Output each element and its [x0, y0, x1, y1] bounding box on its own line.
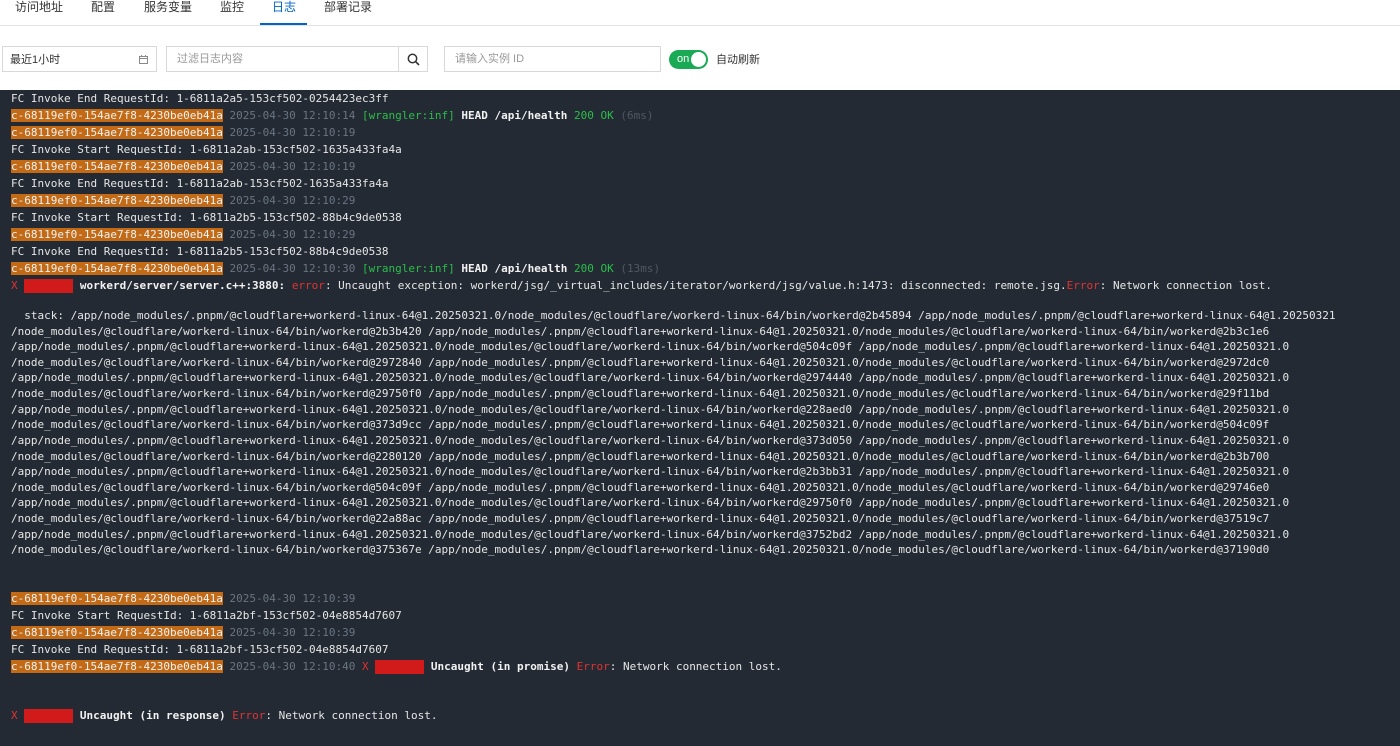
time-range-value: 最近1小时 [10, 54, 61, 66]
tab-deploy-records[interactable]: 部署记录 [324, 0, 372, 25]
active-tab-indicator [260, 23, 307, 25]
log-line: c-68119ef0-154ae7f8-4230be0eb41a 2025-04… [11, 626, 356, 639]
search-icon [407, 53, 420, 66]
time-range-select[interactable]: 最近1小时 [2, 46, 157, 72]
stack-line: /app/node_modules/.pnpm/@cloudflare+work… [11, 465, 1290, 478]
toggle-knob [691, 52, 706, 67]
log-line: FC Invoke End RequestId: 1-6811a2a5-153c… [11, 92, 389, 105]
stack-line: /node_modules/@cloudflare/workerd-linux-… [11, 450, 1270, 463]
stack-line: /node_modules/@cloudflare/workerd-linux-… [11, 387, 1270, 400]
stack-line: /app/node_modules/.pnpm/@cloudflare+work… [11, 403, 1290, 416]
log-line: c-68119ef0-154ae7f8-4230be0eb41a 2025-04… [11, 592, 356, 605]
instance-id-badge: c-68119ef0-154ae7f8-4230be0eb41a [11, 660, 223, 673]
instance-id-badge: c-68119ef0-154ae7f8-4230be0eb41a [11, 262, 223, 275]
log-line: FC Invoke End RequestId: 1-6811a2ab-153c… [11, 177, 389, 190]
redacted-block [24, 279, 74, 293]
log-line: FC Invoke Start RequestId: 1-6811a2bf-15… [11, 609, 402, 622]
instance-id-badge: c-68119ef0-154ae7f8-4230be0eb41a [11, 626, 223, 639]
log-output-panel[interactable]: FC Invoke End RequestId: 1-6811a2a5-153c… [0, 90, 1400, 746]
stack-line: stack: /app/node_modules/.pnpm/@cloudfla… [11, 309, 1336, 322]
instance-id-badge: c-68119ef0-154ae7f8-4230be0eb41a [11, 109, 223, 122]
auto-refresh-label: 自动刷新 [716, 54, 760, 66]
instance-id-input[interactable] [444, 46, 661, 72]
instance-id-badge: c-68119ef0-154ae7f8-4230be0eb41a [11, 194, 223, 207]
error-x-icon: X [11, 709, 18, 722]
stack-line: /node_modules/@cloudflare/workerd-linux-… [11, 325, 1270, 338]
tab-monitoring[interactable]: 监控 [220, 0, 244, 25]
log-line: c-68119ef0-154ae7f8-4230be0eb41a 2025-04… [11, 126, 356, 139]
instance-id-badge: c-68119ef0-154ae7f8-4230be0eb41a [11, 592, 223, 605]
log-line: FC Invoke Start RequestId: 1-6811a2b5-15… [11, 211, 402, 224]
toggle-state-label: on [677, 53, 690, 65]
log-filter-input[interactable] [166, 46, 399, 72]
stack-line: /node_modules/@cloudflare/workerd-linux-… [11, 418, 1270, 431]
log-line: c-68119ef0-154ae7f8-4230be0eb41a 2025-04… [11, 109, 654, 122]
log-line: FC Invoke End RequestId: 1-6811a2bf-153c… [11, 643, 389, 656]
tab-config[interactable]: 配置 [91, 0, 115, 25]
stack-line: /node_modules/@cloudflare/workerd-linux-… [11, 512, 1270, 525]
tab-access-address[interactable]: 访问地址 [15, 0, 63, 25]
log-line: c-68119ef0-154ae7f8-4230be0eb41a 2025-04… [11, 228, 356, 241]
stack-line: /app/node_modules/.pnpm/@cloudflare+work… [11, 434, 1290, 447]
tab-service-variables[interactable]: 服务变量 [144, 0, 192, 25]
log-line: FC Invoke End RequestId: 1-6811a2b5-153c… [11, 245, 389, 258]
search-button[interactable] [398, 46, 428, 72]
log-line-error: X Uncaught (in response) Error: Network … [11, 709, 438, 723]
redacted-block [375, 660, 425, 674]
instance-id-badge: c-68119ef0-154ae7f8-4230be0eb41a [11, 126, 223, 139]
error-x-icon: X [11, 279, 18, 292]
instance-id-badge: c-68119ef0-154ae7f8-4230be0eb41a [11, 160, 223, 173]
tab-logs[interactable]: 日志 [272, 0, 296, 25]
log-line: FC Invoke Start RequestId: 1-6811a2ab-15… [11, 143, 402, 156]
log-line-error: c-68119ef0-154ae7f8-4230be0eb41a 2025-04… [11, 660, 782, 674]
instance-id-badge: c-68119ef0-154ae7f8-4230be0eb41a [11, 228, 223, 241]
stack-line: /app/node_modules/.pnpm/@cloudflare+work… [11, 496, 1290, 509]
auto-refresh-toggle[interactable]: on [669, 50, 708, 69]
stack-line: /app/node_modules/.pnpm/@cloudflare+work… [11, 528, 1290, 541]
log-line: c-68119ef0-154ae7f8-4230be0eb41a 2025-04… [11, 160, 356, 173]
stack-line: /node_modules/@cloudflare/workerd-linux-… [11, 481, 1270, 494]
log-line: c-68119ef0-154ae7f8-4230be0eb41a 2025-04… [11, 194, 356, 207]
stack-line: /node_modules/@cloudflare/workerd-linux-… [11, 356, 1270, 369]
redacted-block [24, 709, 74, 723]
log-line: c-68119ef0-154ae7f8-4230be0eb41a 2025-04… [11, 262, 661, 275]
stack-line: /node_modules/@cloudflare/workerd-linux-… [11, 543, 1270, 556]
error-x-icon: X [362, 660, 369, 673]
stack-line: /app/node_modules/.pnpm/@cloudflare+work… [11, 340, 1290, 353]
calendar-icon [139, 55, 148, 64]
log-toolbar: 最近1小时 on 自动刷新 [0, 46, 1400, 74]
tab-bar: 访问地址 配置 服务变量 监控 日志 部署记录 [0, 0, 1400, 26]
log-line-error: X workerd/server/server.c++:3880: error:… [11, 279, 1272, 293]
stack-line: /app/node_modules/.pnpm/@cloudflare+work… [11, 371, 1290, 384]
